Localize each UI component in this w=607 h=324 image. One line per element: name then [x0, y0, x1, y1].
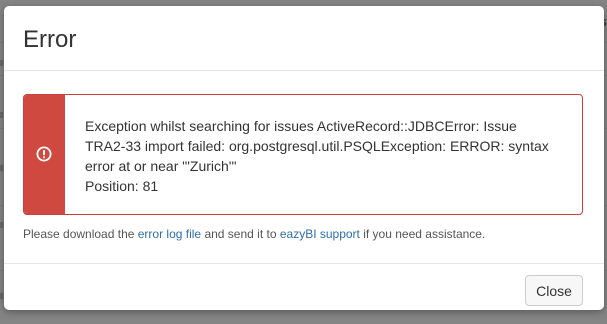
- error-dialog: Error Exception whilst searching for iss…: [4, 6, 604, 310]
- exclamation-circle-icon: [36, 146, 52, 162]
- error-alert: Exception whilst searching for issues Ac…: [23, 94, 583, 215]
- help-text: Please download the error log file and s…: [23, 226, 485, 242]
- alert-message: Exception whilst searching for issues Ac…: [85, 116, 555, 196]
- background-text-fragment: [0, 165, 3, 171]
- error-log-file-link[interactable]: error log file: [138, 227, 201, 241]
- help-text-middle: and send it to: [201, 227, 280, 241]
- help-text-suffix: if you need assistance.: [359, 227, 486, 241]
- close-button[interactable]: Close: [525, 275, 583, 306]
- error-position-text: Position: 81: [85, 178, 159, 194]
- background-text-fragment: [0, 293, 3, 299]
- background-text-fragment: [0, 112, 3, 118]
- help-text-prefix: Please download the: [23, 227, 138, 241]
- eazybi-support-link[interactable]: eazyBI support: [280, 227, 360, 241]
- error-message-text: Exception whilst searching for issues Ac…: [85, 118, 549, 174]
- dialog-title: Error: [23, 26, 77, 53]
- dialog-header: Error: [4, 6, 604, 71]
- background-text-fragment: [0, 222, 3, 228]
- background-text-fragment: [0, 60, 3, 66]
- dialog-footer: Close: [4, 263, 604, 310]
- alert-icon-cell: [24, 95, 65, 214]
